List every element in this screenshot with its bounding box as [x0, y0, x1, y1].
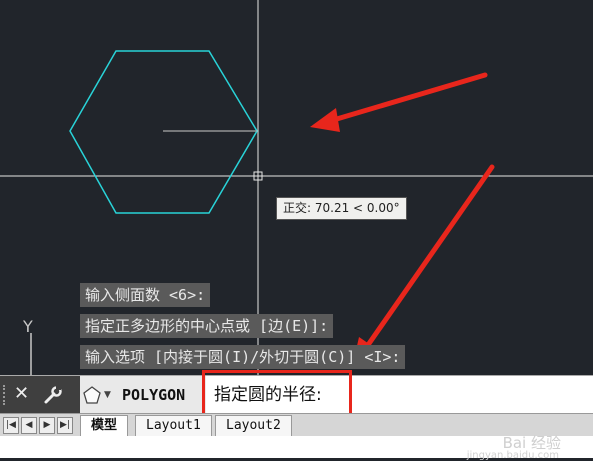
next-tab-button[interactable]: ▶ [39, 417, 55, 434]
ucs-y-label: Y [23, 317, 33, 336]
close-icon[interactable]: ✕ [14, 383, 29, 404]
polygon-command-icon[interactable] [82, 385, 102, 409]
dynamic-input-tooltip: 正交: 70.21 < 0.00° [276, 197, 407, 220]
command-history-line-1: 输入侧面数 <6>: [80, 283, 211, 307]
tooltip-value: 70.21 < 0.00° [314, 201, 400, 215]
watermark-url: jingyan.baidu.com [466, 450, 559, 461]
annotation-arrow-1 [310, 72, 488, 132]
command-name: POLYGON [122, 386, 186, 404]
grip-handle[interactable] [3, 385, 11, 405]
tab-layout1[interactable]: Layout1 [135, 415, 212, 436]
last-tab-button[interactable]: ▶| [57, 417, 73, 434]
chevron-down-icon[interactable]: ▼ [104, 390, 111, 400]
tab-model[interactable]: 模型 [80, 415, 129, 436]
first-tab-button[interactable]: |◀ [3, 417, 19, 434]
drawing-canvas[interactable]: 正交: 70.21 < 0.00° 输入侧面数 <6>: 指定正多边形的中心点或… [0, 0, 593, 375]
polygon-hexagon[interactable] [69, 50, 258, 214]
command-history-line-3: 输入选项 [内接于圆(I)/外切于圆(C)] <I>: [80, 345, 406, 369]
wrench-icon[interactable] [42, 384, 64, 410]
tab-layout2[interactable]: Layout2 [215, 415, 292, 436]
command-line-controls: ✕ [0, 376, 80, 414]
footer-area: Bai 经验 jingyan.baidu.com [0, 434, 593, 461]
tooltip-label: 正交: [283, 201, 312, 215]
command-history-line-2: 指定正多边形的中心点或 [边(E)]: [80, 314, 334, 338]
prev-tab-button[interactable]: ◀ [21, 417, 37, 434]
